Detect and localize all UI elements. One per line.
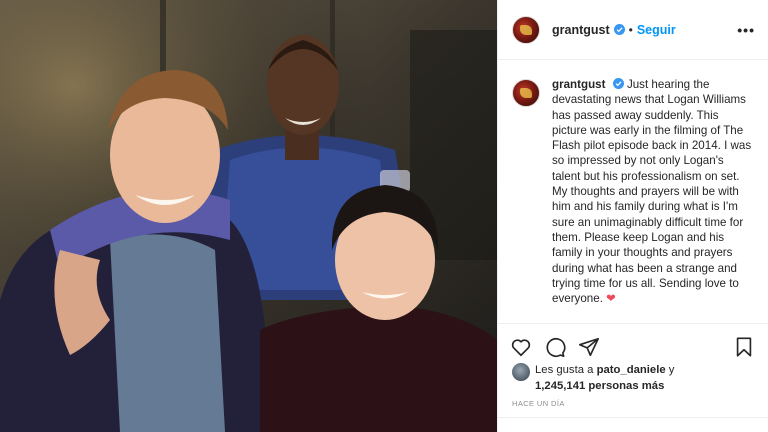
share-button[interactable] bbox=[578, 336, 602, 360]
likes-summary: Les gusta a pato_daniele y 1,245,141 per… bbox=[512, 362, 762, 394]
caption-username[interactable]: grantgust bbox=[552, 78, 605, 91]
likes-conjunction: y bbox=[668, 364, 675, 376]
liker-username[interactable]: pato_daniele bbox=[597, 364, 666, 376]
likes-text: Les gusta a pato_daniele y 1,245,141 per… bbox=[535, 362, 674, 394]
comment-bubble-icon bbox=[546, 337, 566, 357]
post-actions bbox=[498, 323, 768, 363]
post-side-panel: grantgust • Seguir ••• grantgust Just he… bbox=[497, 0, 768, 432]
caption-text: Just hearing the devastating news that L… bbox=[552, 78, 752, 306]
save-button[interactable] bbox=[733, 336, 757, 360]
comment-button[interactable] bbox=[544, 336, 568, 360]
post-caption: grantgust Just hearing the devastating n… bbox=[552, 77, 755, 323]
header-separator: • bbox=[628, 22, 633, 37]
photo-scene bbox=[0, 0, 497, 432]
verified-badge-icon bbox=[613, 24, 625, 35]
follow-button[interactable]: Seguir bbox=[637, 23, 676, 37]
paper-plane-icon bbox=[579, 337, 599, 356]
red-heart-emoji: ❤ bbox=[606, 292, 616, 306]
verified-badge-icon bbox=[612, 78, 624, 89]
more-options-icon[interactable]: ••• bbox=[737, 22, 755, 38]
post-timestamp[interactable]: HACE UN DÍA bbox=[512, 399, 565, 408]
author-avatar[interactable] bbox=[512, 15, 540, 44]
liker-avatar[interactable] bbox=[512, 363, 530, 381]
likes-count[interactable]: 1,245,141 personas más bbox=[535, 380, 664, 392]
bookmark-icon bbox=[736, 336, 752, 357]
divider bbox=[498, 417, 768, 418]
likes-prefix: Les gusta a bbox=[535, 364, 594, 376]
post-header: grantgust • Seguir ••• bbox=[498, 0, 768, 60]
like-button[interactable] bbox=[510, 336, 534, 360]
post-photo[interactable] bbox=[0, 0, 497, 432]
caption-section: grantgust Just hearing the devastating n… bbox=[498, 61, 768, 323]
author-username[interactable]: grantgust bbox=[552, 23, 610, 37]
heart-outline-icon bbox=[511, 338, 531, 356]
caption-author-avatar[interactable] bbox=[512, 79, 540, 107]
